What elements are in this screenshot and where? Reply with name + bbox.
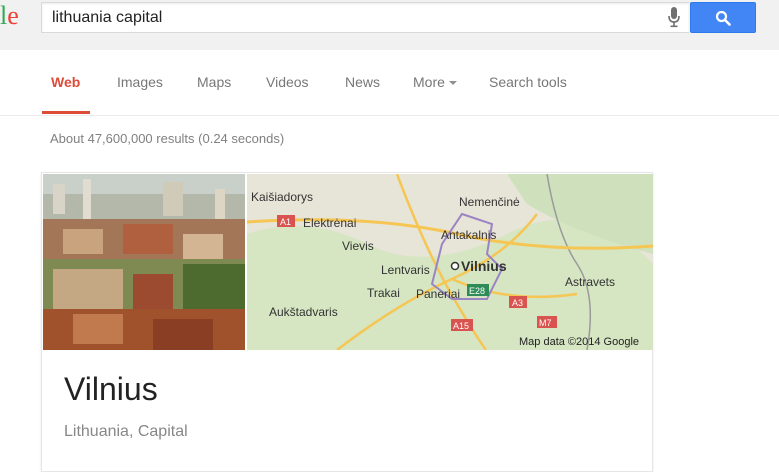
logo-letter-e: e: [7, 1, 19, 30]
city-photo-image: [43, 174, 245, 350]
map-label: Vievis: [342, 239, 374, 253]
map-image: Kaišiadorys Nemenčinė Elektrėnai Antakal…: [247, 174, 653, 350]
tab-news[interactable]: News: [345, 74, 380, 90]
search-button[interactable]: [690, 2, 756, 33]
map-label: Nemenčinė: [459, 195, 520, 209]
search-input[interactable]: [52, 3, 652, 32]
google-logo[interactable]: le: [0, 1, 19, 31]
search-tabs: Web Images Maps Videos News More Search …: [0, 50, 779, 116]
result-stats: About 47,600,000 results (0.24 seconds): [50, 131, 285, 146]
caret-down-icon: [448, 81, 457, 86]
active-tab-indicator: [42, 111, 90, 114]
map-label-city: Vilnius: [461, 258, 507, 274]
tab-maps[interactable]: Maps: [197, 74, 231, 90]
map-label: Antakalnis: [441, 228, 496, 242]
search-box[interactable]: [41, 2, 689, 33]
tab-more[interactable]: More: [413, 74, 457, 90]
knowledge-panel: Kaišiadorys Nemenčinė Elektrėnai Antakal…: [41, 172, 653, 472]
map-label: Aukštadvaris: [269, 305, 338, 319]
road-label: M7: [539, 318, 552, 328]
map-thumbnail[interactable]: Kaišiadorys Nemenčinė Elektrėnai Antakal…: [247, 174, 653, 350]
city-photo[interactable]: [43, 174, 245, 350]
search-header: le: [0, 0, 779, 50]
tab-search-tools[interactable]: Search tools: [489, 74, 567, 90]
tab-more-label: More: [413, 74, 445, 90]
tab-videos[interactable]: Videos: [266, 74, 309, 90]
map-label: Elektrėnai: [303, 216, 356, 230]
map-attribution: Map data ©2014 Google: [519, 336, 639, 348]
entity-subtitle: Lithuania, Capital: [64, 423, 188, 440]
search-icon: [715, 10, 731, 26]
tab-images[interactable]: Images: [117, 74, 163, 90]
map-label: Lentvaris: [381, 263, 430, 277]
tab-web[interactable]: Web: [51, 74, 80, 90]
entity-title: Vilnius: [64, 371, 158, 407]
map-label: Kaišiadorys: [251, 190, 313, 204]
map-label: Astravets: [565, 275, 615, 289]
road-label: A1: [280, 217, 291, 227]
map-label: Trakai: [367, 286, 400, 300]
road-label: E28: [469, 286, 485, 296]
road-label: A3: [512, 298, 523, 308]
road-label: A15: [453, 321, 469, 331]
map-label: Paneriai: [416, 287, 460, 301]
microphone-icon[interactable]: [666, 6, 682, 28]
